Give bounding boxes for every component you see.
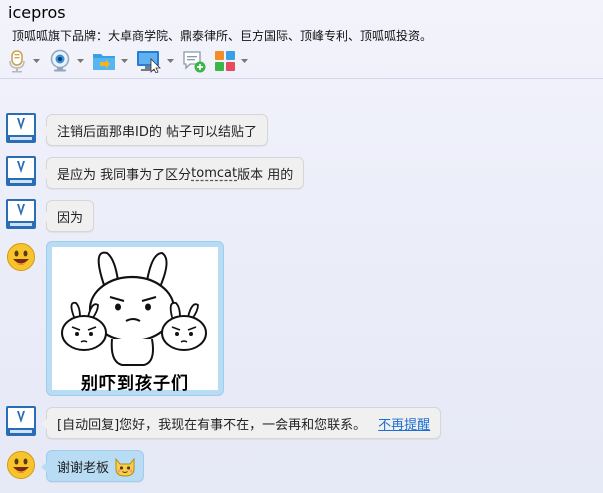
monitor-icon xyxy=(137,51,161,73)
chat-toolbar xyxy=(6,48,256,74)
message-highlight-word[interactable]: tomcat xyxy=(191,166,237,181)
chevron-down-icon xyxy=(33,59,40,63)
message-bubble: 注销后面那串ID的 帖子可以结贴了 xyxy=(41,114,268,146)
message-text: [自动回复]您好，我现在有事不在，一会再和您联系。 xyxy=(57,417,367,433)
folder-send-icon xyxy=(93,54,115,70)
message-text: 注销后面那串ID的 帖子可以结贴了 xyxy=(57,124,257,140)
avatar-smiley[interactable] xyxy=(6,450,36,480)
message-text: 版本 用的 xyxy=(237,167,294,183)
send-file-button[interactable] xyxy=(92,48,128,74)
apps-grid-icon xyxy=(215,51,235,71)
chevron-down-icon xyxy=(241,59,248,63)
cat-emoji-icon xyxy=(115,457,135,477)
sticker-image: 别吓到孩子们 xyxy=(52,247,218,394)
webcam-icon xyxy=(50,49,70,72)
chevron-down-icon xyxy=(77,59,84,63)
chevron-down-icon xyxy=(121,59,128,63)
video-call-button[interactable] xyxy=(48,48,84,74)
message-bubble: 是应为 我同事为了区分 tomcat 版本 用的 xyxy=(41,157,305,189)
avatar[interactable] xyxy=(6,406,36,436)
message-bubble: 谢谢老板 xyxy=(41,450,145,482)
avatar[interactable] xyxy=(6,199,36,229)
contact-name: icepros xyxy=(8,3,66,22)
message-bubble: 因为 xyxy=(41,200,95,232)
voice-call-button[interactable] xyxy=(6,48,40,74)
apps-button[interactable] xyxy=(214,48,248,74)
auto-reply-bubble: [自动回复]您好，我现在有事不在，一会再和您联系。 不再提醒 xyxy=(41,407,442,439)
header-divider xyxy=(0,78,603,79)
avatar[interactable] xyxy=(6,156,36,186)
bunny-sticker-illustration xyxy=(61,251,207,366)
avatar-smiley[interactable] xyxy=(6,242,36,272)
chat-header: icepros 顶呱呱旗下品牌：大卓商学院、鼎泰律所、巨方国际、顶峰专利、顶呱呱… xyxy=(0,0,603,78)
sticker-caption: 别吓到孩子们 xyxy=(81,374,189,394)
microphone-icon xyxy=(9,50,25,73)
message-text: 是应为 我同事为了区分 xyxy=(57,167,192,183)
avatar[interactable] xyxy=(6,113,36,143)
message-text: 谢谢老板 xyxy=(57,460,110,476)
remote-desktop-button[interactable] xyxy=(136,48,174,74)
dont-remind-link[interactable]: 不再提醒 xyxy=(378,414,430,433)
contact-signature: 顶呱呱旗下品牌：大卓商学院、鼎泰律所、巨方国际、顶峰专利、顶呱呱投资。 xyxy=(12,29,433,43)
chevron-down-icon xyxy=(167,59,174,63)
chat-add-icon xyxy=(183,51,206,73)
message-text: 因为 xyxy=(57,210,84,226)
sticker-message[interactable]: 别吓到孩子们 xyxy=(46,241,224,396)
create-discussion-button[interactable] xyxy=(182,48,206,74)
